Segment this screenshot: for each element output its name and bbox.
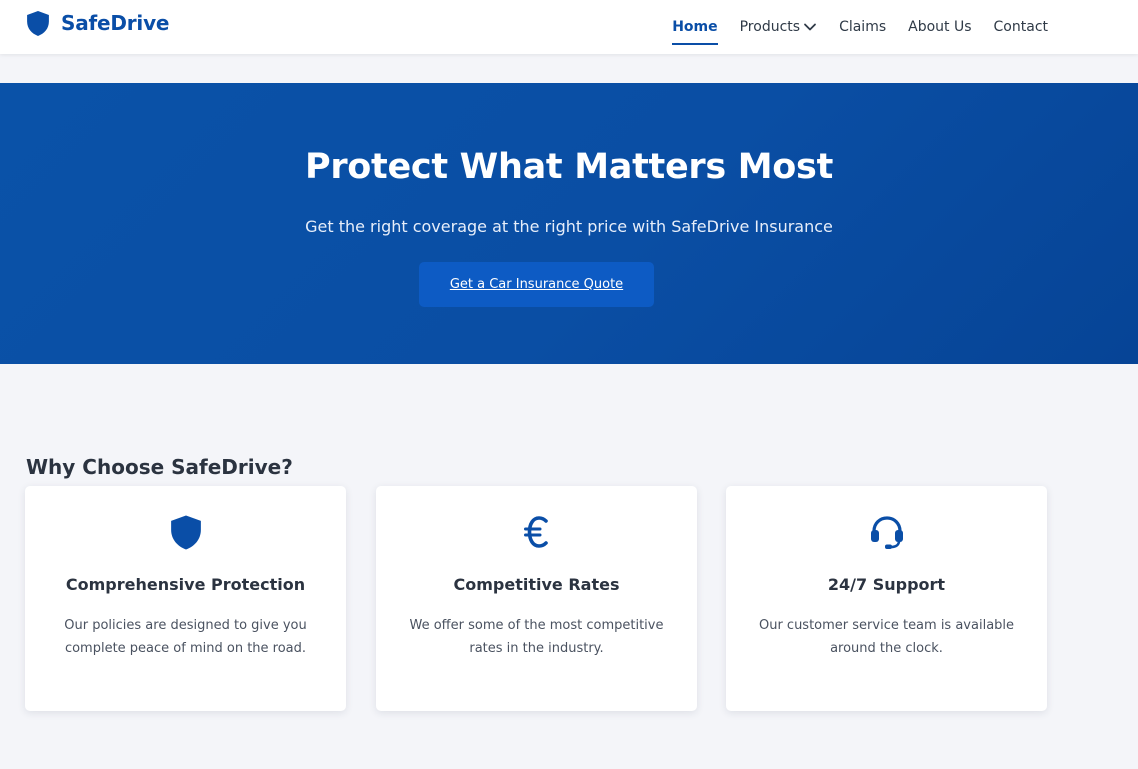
- chevron-down-icon: [804, 23, 816, 31]
- feature-card-support: 24/7 Support Our customer service team i…: [726, 486, 1047, 711]
- features-heading: Why Choose SafeDrive?: [26, 455, 293, 479]
- feature-card-title: 24/7 Support: [827, 575, 946, 594]
- feature-card-title: Comprehensive Protection: [65, 575, 306, 594]
- navbar: SafeDrive Home Products Claims About Us …: [0, 0, 1138, 54]
- nav-products-label: Products: [739, 19, 801, 35]
- nav-contact[interactable]: Contact: [994, 17, 1048, 37]
- shield-icon: [170, 515, 201, 549]
- feature-card-title: Competitive Rates: [453, 575, 620, 594]
- euro-icon: [523, 516, 548, 548]
- feature-card-rates: Competitive Rates We offer some of the m…: [376, 486, 697, 711]
- main-nav: Home Products Claims About Us Contact: [672, 0, 1048, 54]
- hero-title: Protect What Matters Most: [304, 147, 833, 187]
- brand-logo-link[interactable]: SafeDrive: [25, 9, 169, 37]
- feature-card-text: Our customer service team is available a…: [758, 618, 1015, 656]
- nav-about-us[interactable]: About Us: [908, 17, 971, 37]
- nav-products[interactable]: Products: [740, 17, 817, 37]
- headset-icon: [870, 516, 903, 549]
- feature-card-protection: Comprehensive Protection Our policies ar…: [25, 486, 346, 711]
- nav-claims[interactable]: Claims: [839, 17, 886, 37]
- feature-card-text: We offer some of the most competitive ra…: [409, 618, 664, 656]
- hero-subtitle: Get the right coverage at the right pric…: [305, 217, 833, 236]
- hero-banner: Protect What Matters Most Get the right …: [0, 83, 1138, 364]
- nav-home[interactable]: Home: [672, 17, 719, 45]
- shield-icon: [27, 10, 49, 36]
- feature-card-text: Our policies are designed to give you co…: [64, 618, 307, 656]
- get-quote-button[interactable]: Get a Car Insurance Quote: [419, 262, 654, 307]
- brand-name: SafeDrive: [61, 11, 170, 35]
